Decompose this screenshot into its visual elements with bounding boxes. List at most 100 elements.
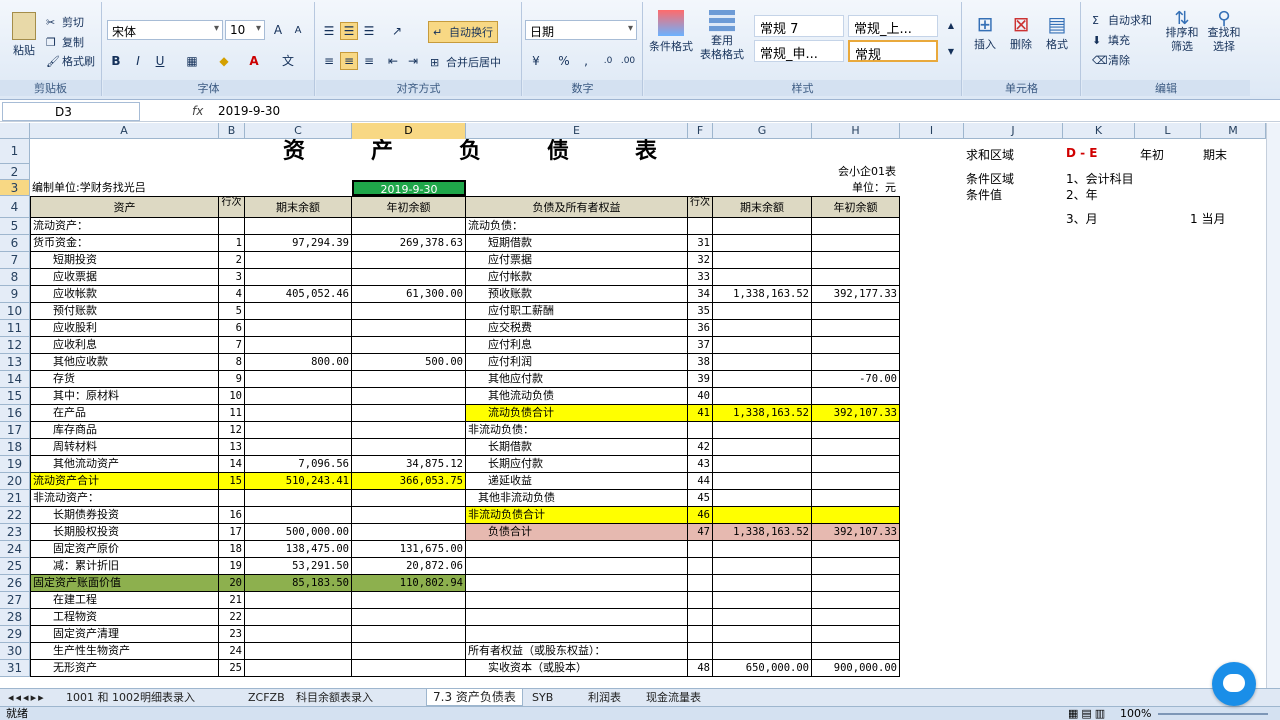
border-button[interactable]: ▦ [183, 52, 201, 70]
cell-h29[interactable] [812, 626, 900, 643]
cell-h13[interactable] [812, 354, 900, 371]
cell-h5[interactable] [812, 218, 900, 235]
column-header-e[interactable]: E [466, 123, 688, 139]
cell-d18[interactable] [352, 439, 466, 456]
cell-b14[interactable]: 9 [219, 371, 245, 388]
align-left-button[interactable]: ≡ [320, 52, 338, 70]
cell-d5[interactable] [352, 218, 466, 235]
cell-b31[interactable]: 25 [219, 660, 245, 677]
copy-button[interactable]: ❐ 复制 [46, 34, 84, 50]
row-header[interactable]: 17 [0, 422, 30, 439]
cell-a29[interactable]: 固定资产清理 [30, 626, 219, 643]
row-header[interactable]: 22 [0, 507, 30, 524]
cell-b6[interactable]: 1 [219, 235, 245, 252]
cell-g20[interactable] [713, 473, 812, 490]
row-header[interactable]: 14 [0, 371, 30, 388]
cell-d23[interactable] [352, 524, 466, 541]
bold-button[interactable]: B [107, 52, 125, 70]
percent-button[interactable]: % [555, 52, 573, 70]
cell-e5[interactable]: 流动负债： [466, 218, 688, 235]
grow-font-button[interactable]: A [269, 21, 287, 39]
cell-c15[interactable] [245, 388, 352, 405]
comma-button[interactable]: , [577, 52, 595, 70]
row-header[interactable]: 29 [0, 626, 30, 643]
clear-button[interactable]: ⌫清除 [1092, 52, 1130, 68]
cell-a8[interactable]: 应收票据 [30, 269, 219, 286]
cell-h18[interactable] [812, 439, 900, 456]
row-header[interactable]: 21 [0, 490, 30, 507]
styles-more[interactable]: ▼ [942, 42, 960, 60]
cut-button[interactable]: ✂ 剪切 [46, 14, 84, 30]
column-header-j[interactable]: J [964, 123, 1063, 139]
cell-g23[interactable]: 1,338,163.52 [713, 524, 812, 541]
cell-a24[interactable]: 固定资产原价 [30, 541, 219, 558]
cell-g24[interactable] [713, 541, 812, 558]
cell-e31[interactable]: 实收资本（或股本） [466, 660, 688, 677]
chat-bubble-button[interactable] [1212, 662, 1256, 706]
column-header-g[interactable]: G [713, 123, 812, 139]
cell-e14[interactable]: 其他应付款 [466, 371, 688, 388]
cell-b9[interactable]: 4 [219, 286, 245, 303]
cell-c5[interactable] [245, 218, 352, 235]
tab-nav-arrows[interactable]: ◂◂◂▸▸ [2, 689, 54, 706]
cell-e24[interactable] [466, 541, 688, 558]
italic-button[interactable]: I [129, 52, 147, 70]
cell-e26[interactable] [466, 575, 688, 592]
row-header[interactable]: 2 [0, 164, 30, 180]
cell-h30[interactable] [812, 643, 900, 660]
cell-e25[interactable] [466, 558, 688, 575]
cell-b7[interactable]: 2 [219, 252, 245, 269]
cell-h10[interactable] [812, 303, 900, 320]
column-header-a[interactable]: A [30, 123, 219, 139]
cell-a9[interactable]: 应收帐款 [30, 286, 219, 303]
cell-a7[interactable]: 短期投资 [30, 252, 219, 269]
cell-c23[interactable]: 500,000.00 [245, 524, 352, 541]
column-header-f[interactable]: F [688, 123, 713, 139]
cell-a11[interactable]: 应收股利 [30, 320, 219, 337]
cell-e15[interactable]: 其他流动负债 [466, 388, 688, 405]
cell-e9[interactable]: 预收账款 [466, 286, 688, 303]
cell-e11[interactable]: 应交税费 [466, 320, 688, 337]
cell-g10[interactable] [713, 303, 812, 320]
cell-b29[interactable]: 23 [219, 626, 245, 643]
row-header[interactable]: 15 [0, 388, 30, 405]
cell-f9[interactable]: 34 [688, 286, 713, 303]
cell-b17[interactable]: 12 [219, 422, 245, 439]
cell-e12[interactable]: 应付利息 [466, 337, 688, 354]
cell-e23[interactable]: 负债合计 [466, 524, 688, 541]
cell-c31[interactable] [245, 660, 352, 677]
vertical-scrollbar[interactable] [1266, 123, 1280, 688]
cell-g15[interactable] [713, 388, 812, 405]
cell-b8[interactable]: 3 [219, 269, 245, 286]
cell-b20[interactable]: 15 [219, 473, 245, 490]
font-name-combo[interactable]: 宋体 [107, 20, 223, 40]
cell-g11[interactable] [713, 320, 812, 337]
cell-e7[interactable]: 应付票据 [466, 252, 688, 269]
column-header-l[interactable]: L [1135, 123, 1201, 139]
orientation-button[interactable]: ↗ [388, 22, 406, 40]
cell-c11[interactable] [245, 320, 352, 337]
row-header[interactable]: 13 [0, 354, 30, 371]
cell-e19[interactable]: 长期应付款 [466, 456, 688, 473]
cell-a15[interactable]: 其中：原材料 [30, 388, 219, 405]
delete-button[interactable]: ⊠ 删除 [1005, 12, 1037, 52]
cell-f11[interactable]: 36 [688, 320, 713, 337]
font-color-button[interactable]: A [245, 52, 263, 70]
sheet-tab[interactable]: 现金流量表 [640, 689, 707, 706]
sheet-tab[interactable]: 利润表 [582, 689, 627, 706]
cell-b30[interactable]: 24 [219, 643, 245, 660]
cell-c12[interactable] [245, 337, 352, 354]
cell-a28[interactable]: 工程物资 [30, 609, 219, 626]
cell-h9[interactable]: 392,177.33 [812, 286, 900, 303]
style-normal[interactable]: 常规 [848, 40, 938, 63]
row-header[interactable]: 24 [0, 541, 30, 558]
cell-g6[interactable] [713, 235, 812, 252]
shrink-font-button[interactable]: A [289, 21, 307, 39]
cell-b18[interactable]: 13 [219, 439, 245, 456]
cell-c21[interactable] [245, 490, 352, 507]
merge-center-button[interactable]: ⊞ 合并后居中 [430, 54, 501, 70]
cell-a31[interactable]: 无形资产 [30, 660, 219, 677]
cell-h12[interactable] [812, 337, 900, 354]
cell-f26[interactable] [688, 575, 713, 592]
cell-h22[interactable] [812, 507, 900, 524]
